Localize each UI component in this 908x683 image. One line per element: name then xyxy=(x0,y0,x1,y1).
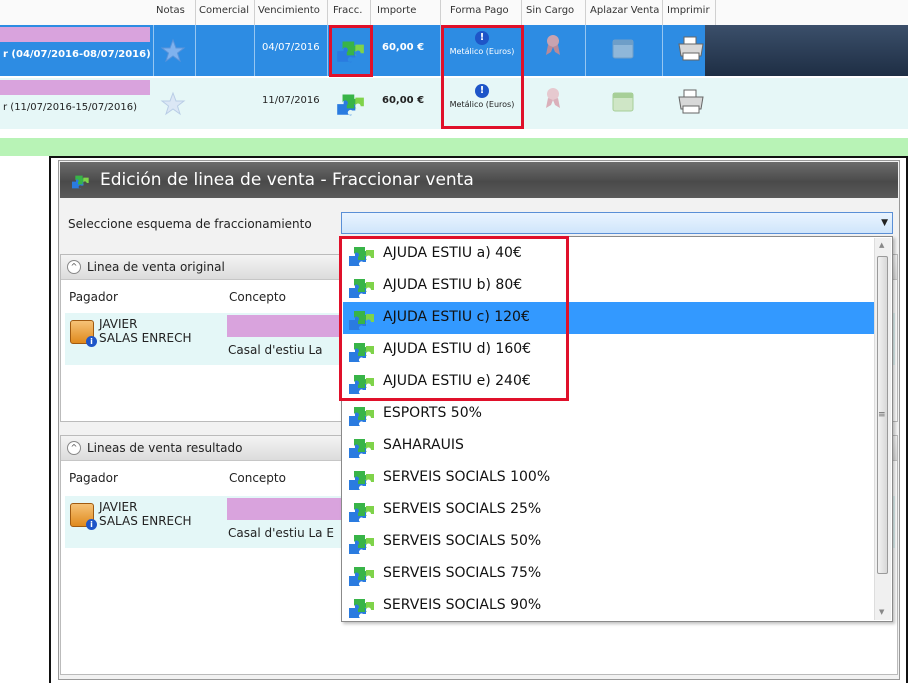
col-imprimir[interactable]: Imprimir xyxy=(667,5,710,16)
dropdown-item[interactable]: SERVEIS SOCIALS 90% xyxy=(343,590,875,622)
scroll-up-icon[interactable]: ▲ xyxy=(879,241,884,249)
group-separator xyxy=(0,138,908,156)
highlight-ajuda-items xyxy=(339,236,569,401)
scroll-down-icon[interactable]: ▼ xyxy=(879,608,884,616)
col-fracc[interactable]: Fracc. xyxy=(333,5,362,16)
puzzle-icon xyxy=(346,500,376,522)
scheme-select[interactable]: ▼ xyxy=(341,212,893,234)
payer-first-name: JAVIER xyxy=(99,317,138,331)
star-icon[interactable] xyxy=(160,91,186,117)
puzzle-icon xyxy=(346,532,376,554)
concept-color-bar xyxy=(227,315,347,337)
dialog-titlebar: Edición de linea de venta - Fraccionar v… xyxy=(60,162,898,198)
amount: 60,00 € xyxy=(382,95,425,106)
puzzle-icon xyxy=(346,468,376,490)
collapse-icon[interactable]: ^ xyxy=(67,441,81,455)
col-vencimiento[interactable]: Vencimiento xyxy=(258,5,320,16)
puzzle-icon xyxy=(346,436,376,458)
col-forma-pago[interactable]: Forma Pago xyxy=(450,5,509,16)
payer-last-name: SALAS ENRECH xyxy=(99,331,192,345)
payer-last-name: SALAS ENRECH xyxy=(99,514,192,528)
dialog-title: Edición de linea de venta - Fraccionar v… xyxy=(100,170,474,190)
col-comercial[interactable]: Comercial xyxy=(199,5,249,16)
star-icon[interactable] xyxy=(160,38,186,64)
col-concept[interactable]: Concepto xyxy=(229,290,286,304)
dropdown-item[interactable]: SERVEIS SOCIALS 50% xyxy=(343,526,875,558)
concept-text: Casal d'estiu La xyxy=(228,343,323,357)
printer-icon[interactable] xyxy=(676,35,706,63)
ribbon-icon[interactable] xyxy=(544,86,562,110)
puzzle-icon xyxy=(346,404,376,426)
dropdown-item[interactable]: SERVEIS SOCIALS 75% xyxy=(343,558,875,590)
user-icon: i xyxy=(70,320,97,347)
dropdown-item[interactable]: SERVEIS SOCIALS 100% xyxy=(343,462,875,494)
row-tail xyxy=(705,25,908,76)
dropdown-scrollbar[interactable]: ▲ ≡ ▼ xyxy=(874,238,891,620)
panel-title: Lineas de venta resultado xyxy=(87,441,243,455)
grip-icon: ≡ xyxy=(878,410,886,420)
col-importe[interactable]: Importe xyxy=(377,5,416,16)
dropdown-item[interactable]: ESPORTS 50% xyxy=(343,398,875,430)
chevron-down-icon[interactable]: ▼ xyxy=(881,218,888,228)
amount: 60,00 € xyxy=(382,42,425,53)
panel-title: Linea de venta original xyxy=(87,260,225,274)
dropdown-item[interactable]: SERVEIS SOCIALS 25% xyxy=(343,494,875,526)
due-date: 04/07/2016 xyxy=(262,42,320,53)
scheme-label: Seleccione esquema de fraccionamiento xyxy=(68,217,312,231)
user-icon: i xyxy=(70,503,97,530)
collapse-icon[interactable]: ^ xyxy=(67,260,81,274)
printer-icon[interactable] xyxy=(676,88,706,116)
col-payer[interactable]: Pagador xyxy=(69,471,118,485)
col-aplazar-venta[interactable]: Aplazar Venta xyxy=(590,5,659,16)
puzzle-icon xyxy=(346,564,376,586)
dropdown-item[interactable]: SAHARAUIS xyxy=(343,430,875,462)
col-notas[interactable]: Notas xyxy=(156,5,185,16)
concept-color-bar xyxy=(227,498,347,520)
calendar-icon[interactable] xyxy=(610,35,636,61)
concept-text: Casal d'estiu La E xyxy=(228,526,334,540)
col-concept[interactable]: Concepto xyxy=(229,471,286,485)
row-color-strip xyxy=(0,80,150,95)
puzzle-icon xyxy=(70,172,90,190)
row-color-strip xyxy=(0,27,150,42)
col-sin-cargo[interactable]: Sin Cargo xyxy=(526,5,574,16)
ribbon-icon[interactable] xyxy=(544,33,562,57)
grid-header: Notas Comercial Vencimiento Fracc. Impor… xyxy=(0,0,908,26)
col-payer[interactable]: Pagador xyxy=(69,290,118,304)
calendar-icon[interactable] xyxy=(610,88,636,114)
highlight-payment xyxy=(441,25,524,129)
puzzle-icon[interactable] xyxy=(334,90,366,116)
highlight-fracc xyxy=(329,25,373,77)
row-date-range: r (04/07/2016-08/07/2016) xyxy=(3,49,151,60)
row-date-range: r (11/07/2016-15/07/2016) xyxy=(3,102,137,113)
due-date: 11/07/2016 xyxy=(262,95,320,106)
puzzle-icon xyxy=(346,596,376,618)
payer-first-name: JAVIER xyxy=(99,500,138,514)
